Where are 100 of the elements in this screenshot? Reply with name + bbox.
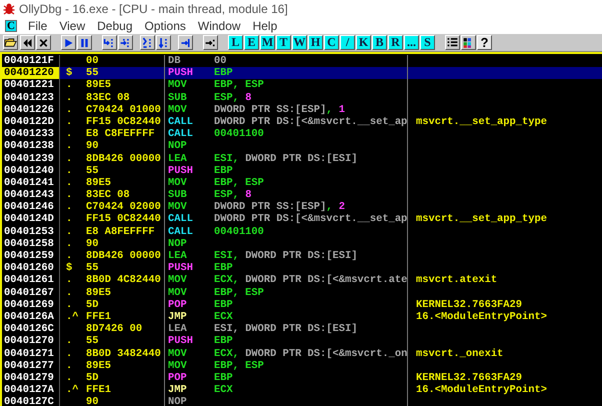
flow-mark: . — [66, 348, 72, 360]
mnemonic-cell: MOV — [168, 348, 187, 360]
mnemonic-cell: CALL — [168, 128, 193, 140]
window-letter-button[interactable]: S — [420, 35, 435, 50]
flow-mark: . — [66, 335, 72, 348]
mnemonic-cell: MOV — [168, 274, 187, 286]
operand-cell: DWORD PTR DS:[<&msvcrt.__set_ap — [214, 116, 408, 128]
operand-cell: EBP, ESP — [214, 79, 264, 92]
window-letter-button[interactable]: W — [292, 35, 307, 50]
flow-mark: . — [66, 164, 72, 177]
address-cell: 0040122D — [2, 116, 60, 128]
address-cell: 00401220 — [2, 67, 60, 80]
rewind-icon[interactable] — [20, 35, 35, 50]
operand-cell: DWORD PTR DS:[<&msvcrt.__set_ap — [214, 213, 408, 226]
window-letter-button[interactable]: L — [228, 35, 243, 50]
flow-mark: $ — [66, 67, 72, 80]
pause-icon[interactable] — [77, 35, 92, 50]
window-letter-button[interactable]: ... — [404, 35, 419, 50]
mnemonic-cell: PUSH — [168, 335, 193, 348]
arrow-dots-icon[interactable] — [203, 35, 218, 50]
cpu-window-button[interactable]: C — [5, 20, 17, 32]
flow-mark: .^ — [66, 384, 78, 396]
color-grid-icon[interactable] — [461, 35, 476, 50]
mnemonic-cell: POP — [168, 298, 187, 311]
operand-cell: ECX — [214, 384, 233, 396]
menu-item[interactable]: View — [53, 19, 92, 33]
window-letter-button[interactable]: / — [340, 35, 355, 50]
operand-cell: ESP, 8 — [214, 92, 252, 104]
address-cell: 00401233 — [2, 128, 60, 140]
mnemonic-cell: MOV — [168, 104, 187, 116]
menu-item[interactable]: File — [22, 19, 54, 33]
address-cell: 00401246 — [2, 201, 60, 214]
flow-mark: . — [66, 226, 72, 238]
operand-cell: EBP, ESP — [214, 176, 264, 189]
operand-cell: EBP, ESP — [214, 286, 264, 299]
operand-cell: DWORD PTR SS:[ESP], 1 — [214, 104, 345, 116]
mnemonic-cell: CALL — [168, 116, 193, 128]
flow-mark: . — [66, 176, 72, 189]
address-cell: 0040127A — [2, 384, 60, 396]
comment-cell-text: 16.<ModuleEntryPoint> — [415, 310, 547, 324]
list-icon[interactable] — [445, 35, 460, 50]
window-letter-button[interactable]: K — [356, 35, 371, 50]
mnemonic-cell: LEA — [168, 250, 187, 262]
menu-item[interactable]: Help — [246, 19, 284, 33]
mnemonic-cell: MOV — [168, 79, 187, 92]
comment-cell-text: KERNEL32.7663FA29 — [415, 298, 522, 311]
mnemonic-cell: LEA — [168, 323, 187, 336]
window-letter-button[interactable]: R — [388, 35, 403, 50]
menu-item[interactable]: Options — [138, 19, 192, 33]
operand-cell: EBP, ESP — [214, 360, 264, 372]
address-cell: 00401253 — [2, 226, 60, 238]
operand-cell: ESI, DWORD PTR DS:[ESI] — [214, 152, 358, 164]
flow-mark: . — [66, 152, 72, 164]
window-letter-button[interactable]: B — [372, 35, 387, 50]
address-cell: 00401221 — [2, 79, 60, 92]
operand-cell: 00401100 — [214, 226, 264, 238]
flow-mark: . — [66, 238, 72, 250]
help-button[interactable]: ? — [477, 35, 492, 50]
mnemonic-cell: MOV — [168, 360, 187, 372]
code-row[interactable]: 00401220 $ 55 PUSH EBP — [2, 67, 602, 80]
operand-cell: ESI, DWORD PTR DS:[ESI] — [214, 323, 358, 336]
window-letter-button[interactable]: E — [244, 35, 259, 50]
close-icon[interactable] — [36, 35, 51, 50]
flow-mark: . — [66, 213, 72, 226]
window-letter-button[interactable]: H — [308, 35, 323, 50]
window-letter-button[interactable]: T — [276, 35, 291, 50]
address-cell: 00401240 — [2, 164, 60, 177]
operand-cell: ESP, 8 — [214, 189, 252, 202]
mnemonic-cell: PUSH — [168, 67, 193, 80]
address-cell: 00401238 — [2, 140, 60, 152]
mnemonic-cell: NOP — [168, 140, 187, 152]
address-cell: 00401267 — [2, 286, 60, 299]
address-cell: 00401258 — [2, 238, 60, 250]
folder-icon[interactable] — [3, 35, 18, 50]
mnemonic-cell: MOV — [168, 201, 187, 214]
menu-item[interactable]: Window — [192, 19, 247, 33]
window-letter-button[interactable]: M — [260, 35, 275, 50]
comment-cell-text: msvcrt.atexit — [415, 274, 498, 287]
address-cell: 0040127C — [2, 396, 60, 406]
mnemonic-cell: DB — [168, 55, 180, 67]
address-cell: 0040121F — [2, 55, 60, 68]
flow-mark: . — [66, 79, 72, 92]
flow-mark: .^ — [66, 310, 78, 323]
menu-item[interactable]: Debug — [91, 19, 139, 33]
flow-mark: . — [66, 286, 72, 299]
address-cell: 0040124D — [2, 213, 60, 226]
operand-cell: ESI, DWORD PTR DS:[ESI] — [214, 250, 358, 262]
mnemonic-cell: CALL — [168, 226, 193, 238]
return-arrow-icon[interactable] — [178, 35, 193, 50]
address-cell: 00401241 — [2, 176, 60, 190]
flow-mark: . — [66, 360, 72, 372]
play-icon[interactable] — [61, 35, 76, 50]
mnemonic-cell: PUSH — [168, 262, 193, 274]
flow-mark: . — [66, 189, 72, 202]
address-cell: 00401226 — [2, 104, 60, 116]
mnemonic-cell: MOV — [168, 286, 187, 299]
operand-cell: EBP — [214, 298, 233, 311]
window-letter-button[interactable]: C — [324, 35, 339, 50]
mnemonic-cell: NOP — [168, 238, 187, 250]
operand-cell: 00401100 — [214, 128, 264, 140]
